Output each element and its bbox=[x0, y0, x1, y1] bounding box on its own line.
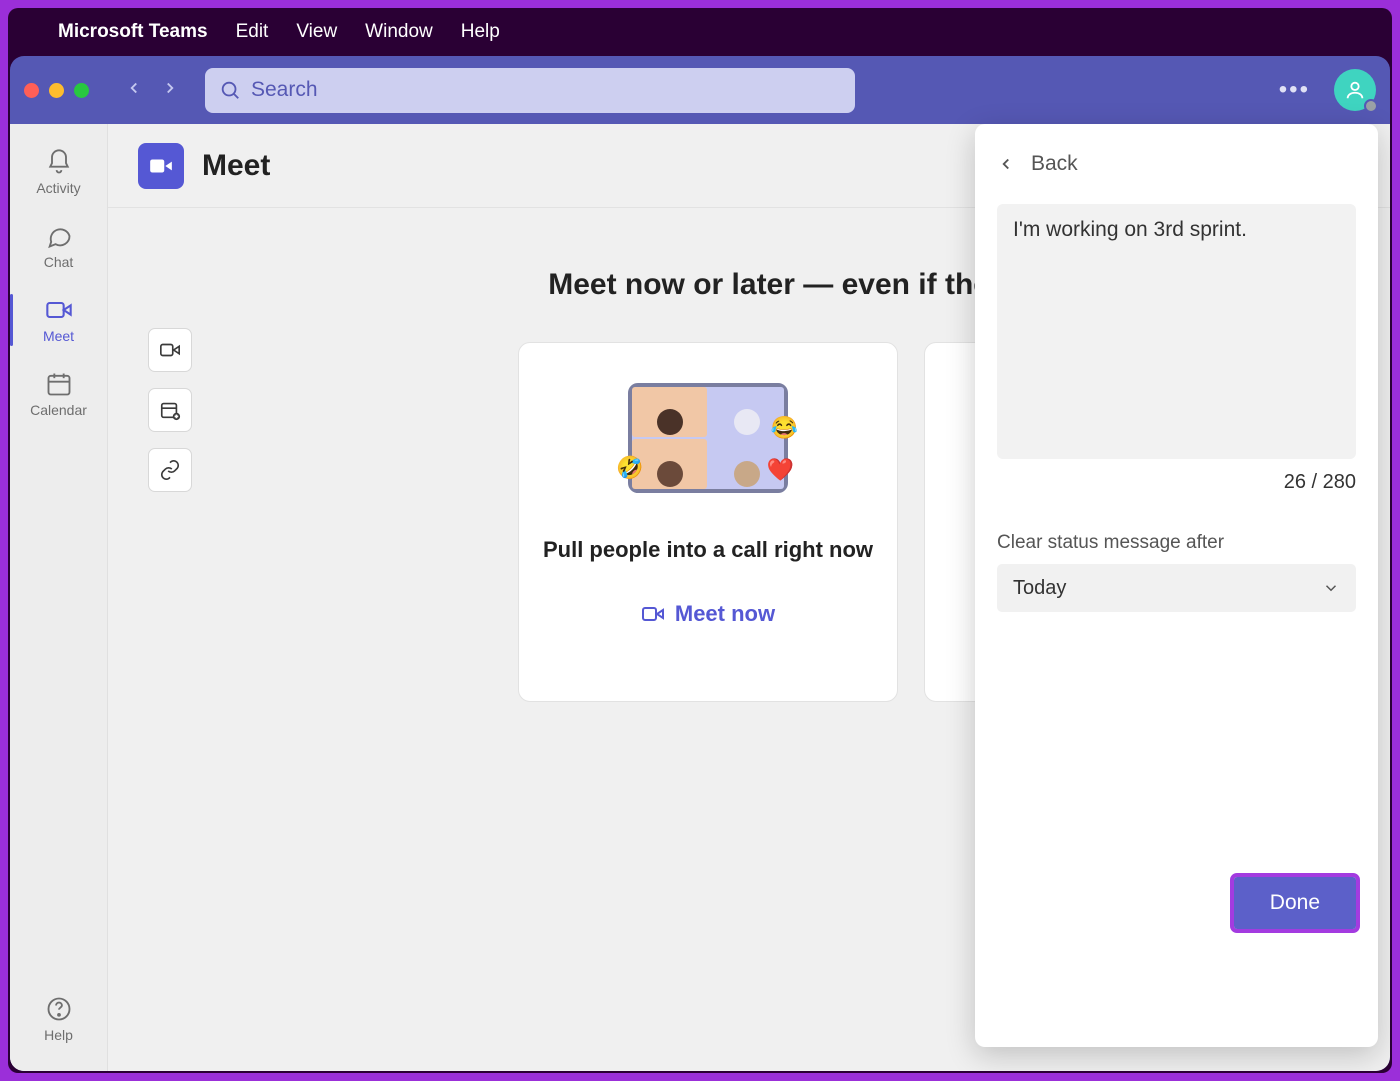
clear-after-label: Clear status message after bbox=[997, 532, 1356, 554]
search-placeholder: Search bbox=[251, 78, 318, 102]
search-icon bbox=[219, 79, 241, 101]
chat-icon bbox=[45, 222, 73, 250]
quick-schedule-button[interactable] bbox=[148, 388, 192, 432]
help-icon bbox=[45, 995, 73, 1023]
back-label: Back bbox=[1031, 152, 1078, 176]
menubar-item-window[interactable]: Window bbox=[365, 21, 433, 43]
status-message-input[interactable] bbox=[997, 204, 1356, 459]
meeting-illustration: 😂 🤣 ❤️ bbox=[628, 383, 788, 493]
search-input[interactable]: Search bbox=[205, 68, 855, 113]
rail-label: Chat bbox=[44, 254, 74, 270]
close-window-button[interactable] bbox=[24, 83, 39, 98]
meet-app-icon bbox=[138, 143, 184, 189]
calendar-icon bbox=[45, 370, 73, 398]
more-options-button[interactable]: ••• bbox=[1279, 76, 1310, 104]
meet-now-label: Meet now bbox=[675, 601, 775, 627]
chevron-down-icon bbox=[1322, 579, 1340, 597]
quick-actions-column bbox=[148, 328, 192, 1041]
chevron-left-icon bbox=[997, 155, 1015, 173]
quick-link-button[interactable] bbox=[148, 448, 192, 492]
clear-after-value: Today bbox=[1013, 577, 1066, 600]
rail-item-meet[interactable]: Meet bbox=[10, 286, 107, 354]
headline: Meet now or later — even if they' bbox=[548, 268, 1014, 302]
video-icon bbox=[45, 296, 73, 324]
macos-menubar: Microsoft Teams Edit View Window Help bbox=[8, 8, 1392, 56]
app-rail: Activity Chat Meet Calendar Help bbox=[10, 124, 108, 1071]
video-icon bbox=[641, 602, 665, 626]
rail-label: Meet bbox=[43, 328, 74, 344]
character-count: 26 / 280 bbox=[997, 471, 1356, 494]
user-avatar[interactable] bbox=[1334, 69, 1376, 111]
link-icon bbox=[159, 459, 181, 481]
nav-back-button[interactable] bbox=[125, 79, 143, 102]
rail-item-calendar[interactable]: Calendar bbox=[10, 360, 107, 428]
bell-icon bbox=[45, 148, 73, 176]
nav-forward-button[interactable] bbox=[161, 79, 179, 102]
menubar-app-name[interactable]: Microsoft Teams bbox=[58, 21, 208, 43]
quick-video-button[interactable] bbox=[148, 328, 192, 372]
back-button[interactable]: Back bbox=[997, 152, 1356, 176]
rail-item-chat[interactable]: Chat bbox=[10, 212, 107, 280]
menubar-item-help[interactable]: Help bbox=[461, 21, 500, 43]
menubar-item-view[interactable]: View bbox=[296, 21, 337, 43]
status-message-panel: Back 26 / 280 Clear status message after… bbox=[975, 124, 1378, 1047]
done-button[interactable]: Done bbox=[1234, 877, 1356, 929]
calendar-add-icon bbox=[159, 399, 181, 421]
app-window: Search ••• Activity Chat bbox=[10, 56, 1390, 1071]
rail-item-help[interactable]: Help bbox=[10, 985, 107, 1053]
rail-label: Activity bbox=[36, 180, 80, 196]
meet-now-card: 😂 🤣 ❤️ Pull people into a call right now… bbox=[518, 342, 898, 702]
card-title: Pull people into a call right now bbox=[543, 537, 873, 563]
rail-label: Calendar bbox=[30, 402, 87, 418]
presence-badge bbox=[1364, 99, 1378, 113]
minimize-window-button[interactable] bbox=[49, 83, 64, 98]
clear-after-select[interactable]: Today bbox=[997, 564, 1356, 612]
page-title: Meet bbox=[202, 149, 270, 183]
meet-now-button[interactable]: Meet now bbox=[641, 601, 775, 627]
video-icon bbox=[159, 339, 181, 361]
maximize-window-button[interactable] bbox=[74, 83, 89, 98]
titlebar: Search ••• bbox=[10, 56, 1390, 124]
window-controls bbox=[24, 83, 89, 98]
rail-label: Help bbox=[44, 1027, 73, 1043]
rail-item-activity[interactable]: Activity bbox=[10, 138, 107, 206]
menubar-item-edit[interactable]: Edit bbox=[236, 21, 269, 43]
